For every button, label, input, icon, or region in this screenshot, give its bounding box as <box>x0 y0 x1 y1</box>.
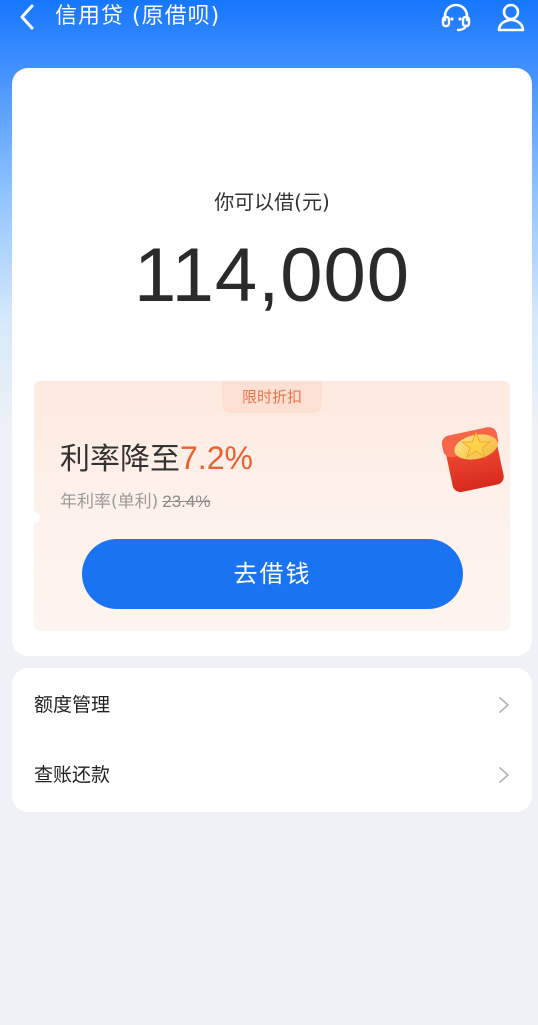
borrow-button[interactable]: 去借钱 <box>82 539 463 609</box>
menu-item-label: 查账还款 <box>34 764 111 786</box>
credit-card: 你可以借(元) 114,000 限时折扣 利率降至7.2% 年利率(单利) 23.… <box>12 68 532 656</box>
original-rate-line: 年利率(单利) 23.4% <box>60 491 210 513</box>
menu-item-bills-repayment[interactable]: 查账还款 <box>12 740 532 810</box>
user-icon <box>497 3 525 32</box>
nav-bar: 信用贷 (原借呗) <box>0 0 538 34</box>
promo-notch <box>34 512 40 524</box>
discount-rate: 7.2% <box>180 440 253 476</box>
user-button[interactable] <box>493 0 529 34</box>
original-rate: 23.4% <box>162 492 211 511</box>
menu-item-label: 额度管理 <box>34 694 111 716</box>
red-envelope-icon <box>441 427 504 493</box>
page-title: 信用贷 (原借呗) <box>55 4 221 29</box>
promo-tag: 限时折扣 <box>222 381 322 413</box>
available-amount: 114,000 <box>133 233 411 318</box>
available-amount-label: 你可以借(元) <box>214 190 330 214</box>
chevron-right-icon <box>499 767 509 783</box>
menu-item-limit-management[interactable]: 额度管理 <box>12 670 532 740</box>
back-button[interactable] <box>10 0 44 34</box>
menu-card: 额度管理 查账还款 <box>12 668 532 812</box>
customer-service-button[interactable] <box>438 0 474 34</box>
discount-rate-line: 利率降至7.2% <box>60 440 253 477</box>
discount-promo: 限时折扣 利率降至7.2% 年利率(单利) 23.4% 去借钱 <box>34 381 510 631</box>
headset-icon <box>441 3 471 32</box>
rate-prefix: 利率降至 <box>60 442 180 477</box>
chevron-left-icon <box>20 4 34 30</box>
original-rate-prefix: 年利率(单利) <box>60 492 159 512</box>
chevron-right-icon <box>499 697 509 713</box>
